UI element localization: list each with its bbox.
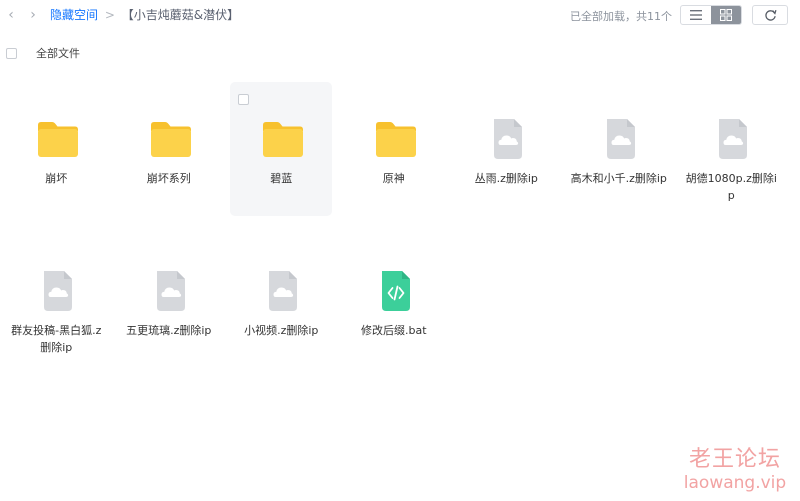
file-name: 高木和小千.z删除ip xyxy=(570,172,667,185)
cloud-file-icon xyxy=(486,117,530,161)
refresh-button[interactable] xyxy=(752,5,788,25)
watermark-url: laowang.vip xyxy=(683,473,787,493)
file-name: 碧蓝 xyxy=(270,172,293,185)
watermark-title: 老王论坛 xyxy=(688,447,781,472)
file-tile[interactable]: 碧蓝 xyxy=(230,82,333,216)
file-name: 丛雨.z删除ip xyxy=(474,172,538,185)
file-tile[interactable]: 群友投稿-黑白狐.z删除ip xyxy=(5,234,107,368)
breadcrumb-separator: > xyxy=(104,8,115,22)
select-all-checkbox[interactable] xyxy=(6,47,17,59)
breadcrumb-root-link[interactable]: 隐藏空间 xyxy=(50,8,98,22)
file-tile[interactable]: 原神 xyxy=(343,82,445,216)
top-bar: ‹ › 隐藏空间 > 【小吉炖蘑菇&潜伏】 已全部加载，共11个 xyxy=(0,0,800,34)
file-tile[interactable]: 高木和小千.z删除ip xyxy=(568,82,670,216)
breadcrumb-current-folder: 【小吉炖蘑菇&潜伏】 xyxy=(121,8,240,22)
file-name: 原神 xyxy=(382,172,405,185)
code-file-icon xyxy=(374,269,418,313)
list-view-button[interactable] xyxy=(681,6,711,24)
file-tile[interactable]: 崩坏 xyxy=(5,82,107,216)
cloud-file-icon xyxy=(36,269,80,313)
file-tile[interactable]: 小视频.z删除ip xyxy=(230,234,332,368)
load-status-text: 已全部加载，共11个 xyxy=(570,10,672,23)
file-tile[interactable]: 胡德1080p.z删除ip xyxy=(680,82,782,216)
file-name: 五更琉璃.z删除ip xyxy=(126,324,212,337)
select-all-row: 全部文件 xyxy=(6,45,80,61)
chevron-right-icon[interactable]: › xyxy=(24,6,42,24)
file-tile[interactable]: 修改后缀.bat xyxy=(343,234,445,368)
refresh-icon xyxy=(764,9,777,21)
cloud-file-icon xyxy=(599,117,643,161)
cloud-file-icon xyxy=(711,117,755,161)
folder-icon xyxy=(261,117,305,161)
cloud-file-icon xyxy=(149,269,193,313)
folder-icon xyxy=(374,117,418,161)
file-tile[interactable]: 丛雨.z删除ip xyxy=(455,82,557,216)
chevron-left-icon[interactable]: ‹ xyxy=(2,6,20,24)
file-name: 胡德1080p.z删除ip xyxy=(685,172,777,202)
folder-icon xyxy=(36,117,80,161)
watermark: 老王论坛 laowang.vip xyxy=(680,447,790,493)
select-all-label: 全部文件 xyxy=(36,47,80,60)
file-name: 修改后缀.bat xyxy=(360,324,427,337)
file-name: 小视频.z删除ip xyxy=(244,324,319,337)
file-tile[interactable]: 五更琉璃.z删除ip xyxy=(118,234,220,368)
file-name: 群友投稿-黑白狐.z删除ip xyxy=(11,324,102,354)
list-view-icon xyxy=(690,10,702,20)
file-select-checkbox[interactable] xyxy=(238,94,250,105)
grid-view-icon xyxy=(720,9,732,21)
file-tile[interactable]: 崩坏系列 xyxy=(118,82,220,216)
folder-icon xyxy=(149,117,193,161)
file-name: 崩坏系列 xyxy=(146,172,191,185)
breadcrumb: 隐藏空间 > 【小吉炖蘑菇&潜伏】 xyxy=(50,7,239,23)
cloud-file-icon xyxy=(261,269,305,313)
view-toggle xyxy=(680,5,742,25)
file-name: 崩坏 xyxy=(45,172,68,185)
grid-view-button[interactable] xyxy=(711,6,741,24)
